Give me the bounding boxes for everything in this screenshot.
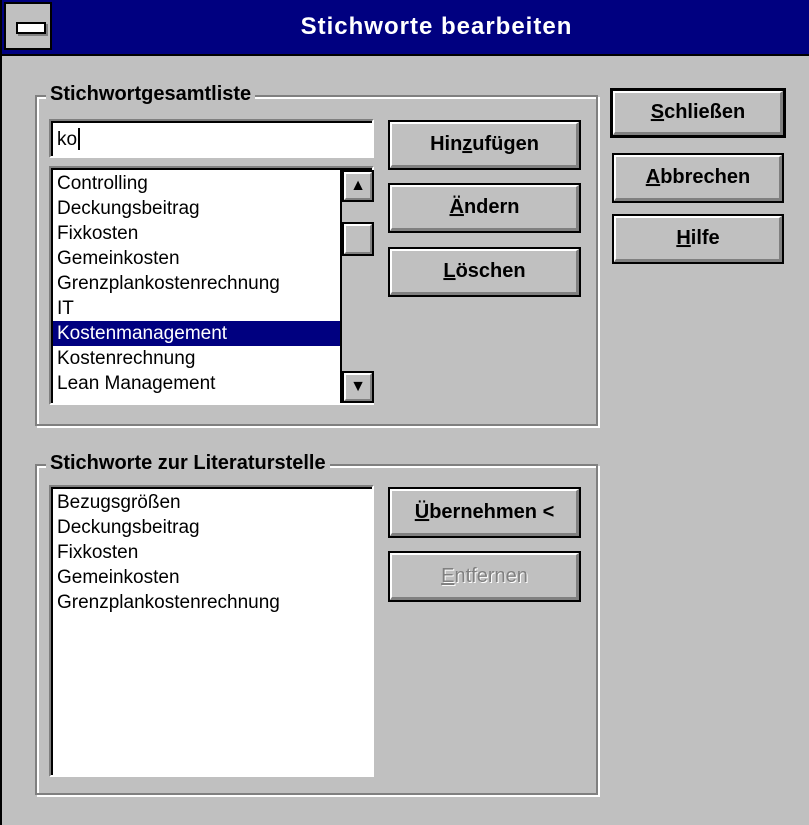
add-button-accel: z <box>462 133 473 156</box>
help-button-label-rest: ilfe <box>690 227 720 250</box>
list-item[interactable]: Grenzplankostenrechnung <box>53 271 340 296</box>
take-over-button-accel: Ü <box>414 500 430 523</box>
title-bar: Stichworte bearbeiten <box>2 0 809 56</box>
cancel-button[interactable]: Abbrechen <box>612 153 784 203</box>
list-item-selected[interactable]: Kostenmanagement <box>53 321 340 346</box>
add-button-label: Hin <box>430 133 463 156</box>
system-menu-button[interactable] <box>4 2 52 50</box>
arrow-down-icon: ▼ <box>350 378 366 395</box>
master-keyword-list-items: Controlling Deckungsbeitrag Fixkosten Ge… <box>53 171 340 396</box>
delete-button-label-rest: öschen <box>455 260 526 283</box>
list-item[interactable]: Gemeinkosten <box>53 246 340 271</box>
change-button[interactable]: Ändern <box>388 183 581 233</box>
add-button[interactable]: Hinzufügen <box>388 120 581 170</box>
cancel-button-label-rest: bbrechen <box>660 166 751 189</box>
close-button-label-rest: chließen <box>664 101 746 124</box>
close-button[interactable]: Schließen <box>610 88 786 138</box>
keyword-input[interactable]: ko <box>49 119 374 158</box>
scroll-up-button[interactable]: ▲ <box>342 170 374 202</box>
list-item[interactable]: Kostenrechnung <box>53 346 340 371</box>
master-list-group-label: Stichwortgesamtliste <box>46 83 256 105</box>
help-button[interactable]: Hilfe <box>612 214 784 264</box>
delete-button[interactable]: Löschen <box>388 247 581 297</box>
delete-button-accel: L <box>443 260 456 283</box>
reference-keyword-list[interactable]: Bezugsgrößen Deckungsbeitrag Fixkosten G… <box>49 485 374 777</box>
take-over-button-label-rest: bernehmen < <box>429 500 555 523</box>
dialog-window: Stichworte bearbeiten Stichwortgesamtlis… <box>0 0 809 825</box>
take-over-button[interactable]: Übernehmen < <box>388 487 581 538</box>
help-button-accel: H <box>676 227 691 250</box>
remove-button[interactable]: Entfernen <box>388 551 581 602</box>
list-item[interactable]: Controlling <box>53 171 340 196</box>
change-button-accel: Ä <box>449 196 464 219</box>
list-item[interactable]: Lean Management <box>53 371 340 396</box>
list-item[interactable]: Deckungsbeitrag <box>53 515 370 540</box>
list-item[interactable]: Gemeinkosten <box>53 565 370 590</box>
reference-keyword-list-items: Bezugsgrößen Deckungsbeitrag Fixkosten G… <box>53 490 370 615</box>
master-list-scrollbar[interactable]: ▲ ▼ <box>340 170 374 403</box>
keyword-input-value: ko <box>57 129 78 150</box>
arrow-up-icon: ▲ <box>350 177 366 194</box>
remove-button-accel: E <box>441 564 455 587</box>
add-button-label-rest: ufügen <box>472 133 539 156</box>
list-item[interactable]: Fixkosten <box>53 221 340 246</box>
system-menu-icon <box>16 22 46 34</box>
text-cursor <box>78 128 80 150</box>
list-item[interactable]: Bezugsgrößen <box>53 490 370 515</box>
master-keyword-list[interactable]: Controlling Deckungsbeitrag Fixkosten Ge… <box>49 166 374 405</box>
change-button-label-rest: ndern <box>463 196 520 219</box>
list-item[interactable]: Grenzplankostenrechnung <box>53 590 370 615</box>
reference-keywords-group-label: Stichworte zur Literaturstelle <box>46 452 330 474</box>
cancel-button-accel: A <box>645 166 661 189</box>
close-button-accel: S <box>650 101 665 124</box>
list-item[interactable]: Fixkosten <box>53 540 370 565</box>
list-item[interactable]: Deckungsbeitrag <box>53 196 340 221</box>
scroll-down-button[interactable]: ▼ <box>342 371 374 403</box>
remove-button-label-rest: ntfernen <box>454 564 528 587</box>
window-title: Stichworte bearbeiten <box>300 13 573 40</box>
list-item[interactable]: IT <box>53 296 340 321</box>
scroll-thumb[interactable] <box>342 222 374 256</box>
